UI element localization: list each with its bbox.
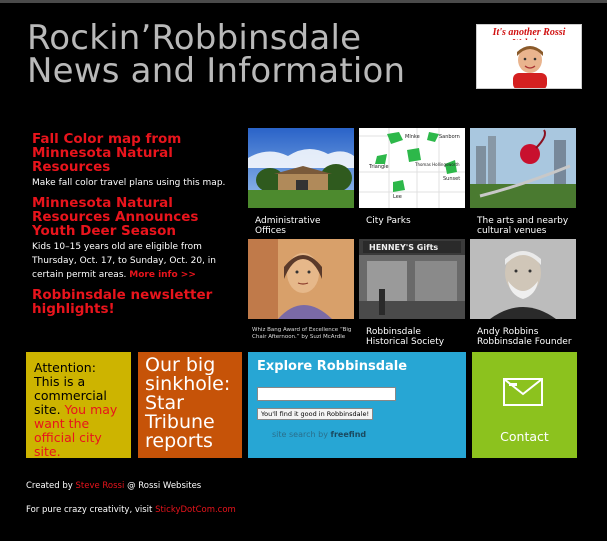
news-headline-newsletter[interactable]: Robbinsdale newsletter highlights! — [32, 288, 232, 316]
map-label-sunset: Sunset — [443, 176, 460, 182]
created-prefix: Created by — [26, 481, 73, 491]
sinkhole-box[interactable]: Our big sinkhole: Star Tribune reports — [138, 352, 242, 458]
news-body-deer-season: Kids 10–15 years old are eligible from T… — [32, 240, 232, 282]
envelope-icon — [503, 378, 543, 406]
administrative-offices-photo — [248, 128, 354, 208]
news-headline-fall-color[interactable]: Fall Color map from Minnesota Natural Re… — [32, 132, 232, 174]
contact-box[interactable]: Contact — [472, 352, 577, 458]
map-label-thomas: Thomas Hollingsworth — [414, 162, 460, 167]
tile-andy-robbins[interactable]: Andy Robbins Robbinsdale Founder — [470, 239, 576, 347]
tile-caption-andy-robbins: Andy Robbins Robbinsdale Founder — [477, 327, 572, 347]
explore-title: Explore Robbinsdale — [257, 359, 408, 374]
storefront-sign: HENNEY'S Gifts — [369, 243, 438, 252]
map-label-triangle: Triangle — [368, 164, 389, 170]
tile-caption-administrative-offices: Administrative Offices — [255, 216, 321, 236]
news-headline-deer-season[interactable]: Minnesota Natural Resources Announces Yo… — [32, 196, 232, 238]
tile-caption-historical-society: Robbinsdale Historical Society — [366, 327, 445, 347]
tile-caption-arts-venues: The arts and nearby cultural venues — [477, 216, 569, 236]
tile-whiz-bang-painting[interactable]: Whiz Bang Award of Excellence “Big Chair… — [248, 239, 354, 341]
tile-arts-venues[interactable]: The arts and nearby cultural venues — [470, 128, 576, 236]
steve-rossi-link[interactable]: Steve Rossi — [75, 481, 124, 491]
news-column: Fall Color map from Minnesota Natural Re… — [32, 132, 232, 324]
more-info-link[interactable]: More info >> — [129, 270, 196, 280]
tile-city-parks[interactable]: Mlnke Sanborn Thomas Hollingsworth Trian… — [359, 128, 465, 226]
site-title: Rockin’Robbinsdale News and Information — [27, 21, 447, 91]
kid-photo — [505, 40, 555, 88]
city-parks-map: Mlnke Sanborn Thomas Hollingsworth Trian… — [359, 128, 465, 208]
andy-robbins-portrait — [470, 239, 576, 319]
rossi-website-badge[interactable]: It's another Rossi Website. — [476, 24, 582, 89]
map-label-sanborn: Sanborn — [439, 134, 460, 140]
stickydotcom-link[interactable]: StickyDotCom.com — [155, 505, 236, 515]
creativity-prefix: For pure crazy creativity, visit — [26, 505, 153, 515]
attention-box[interactable]: Attention: This is a commercial site. Yo… — [26, 352, 131, 459]
tile-caption-city-parks: City Parks — [366, 216, 411, 226]
tile-administrative-offices[interactable]: Administrative Offices — [248, 128, 354, 236]
map-label-lee: Lee — [393, 194, 402, 200]
created-suffix: @ Rossi Websites — [127, 481, 202, 491]
map-label-mlnke: Mlnke — [405, 134, 420, 140]
spoonbridge-sculpture-photo — [470, 128, 576, 208]
tile-caption-whiz-bang: Whiz Bang Award of Excellence “Big Chair… — [252, 327, 352, 340]
powered-prefix: site search — [272, 430, 316, 439]
footer-creativity: For pure crazy creativity, visit StickyD… — [26, 505, 236, 515]
site-search-input[interactable] — [257, 387, 396, 401]
contact-label: Contact — [500, 429, 549, 444]
historical-storefront-photo: HENNEY'S Gifts — [359, 239, 465, 319]
news-body-fall-color: Make fall color travel plans using this … — [32, 178, 226, 188]
big-chair-afternoon-painting — [248, 239, 354, 319]
sinkhole-text: Our big sinkhole: Star Tribune reports — [145, 354, 231, 452]
explore-box: Explore Robbinsdale You'll find it good … — [248, 352, 466, 458]
footer-created-by: Created by Steve Rossi @ Rossi Websites — [26, 481, 201, 491]
powered-by: by — [318, 430, 328, 439]
site-search-button[interactable]: You'll find it good in Robbinsdale! — [257, 408, 374, 420]
freefind-credit[interactable]: site search by freefind — [272, 430, 457, 439]
site-title-line2: News and Information — [27, 51, 406, 91]
tile-historical-society[interactable]: HENNEY'S Gifts Robbinsdale Historical So… — [359, 239, 465, 347]
freefind-brand: freefind — [330, 430, 367, 439]
